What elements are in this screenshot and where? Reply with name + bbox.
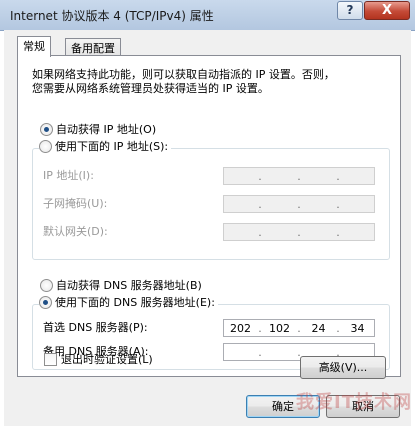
help-button[interactable]: ? — [337, 1, 363, 20]
ip-octet: 102 — [269, 321, 290, 335]
subnet-mask-label: 子网掩码(U): — [43, 197, 108, 210]
radio-auto-dns-label: 自动获得 DNS 服务器地址(B) — [56, 279, 202, 292]
ip-octet: 24 — [311, 321, 326, 335]
tab-general[interactable]: 常规 — [17, 36, 51, 57]
radio-button[interactable] — [40, 278, 53, 292]
watermark: 我爱IT技术网 — [296, 392, 412, 413]
general-tab-panel: 如果网络支持此功能，则可以获取自动指派的 IP 设置。否则， 您需要从网络系统管… — [17, 55, 401, 377]
validate-settings-label: 退出时验证设置(L) — [61, 353, 153, 366]
radio-auto-dns[interactable]: 自动获得 DNS 服务器地址(B) — [40, 278, 202, 294]
validate-settings-checkbox[interactable]: 退出时验证设置(L) — [44, 352, 153, 368]
description-line-1: 如果网络支持此功能，则可以获取自动指派的 IP 设置。否则， — [32, 68, 335, 81]
advanced-button[interactable]: 高级(V)... — [300, 356, 386, 379]
preferred-dns-input[interactable]: 202. 102. 24. 34 — [223, 319, 375, 337]
ip-octet: 34 — [350, 321, 365, 335]
radio-auto-ip[interactable]: 自动获得 IP 地址(O) — [40, 122, 156, 138]
description-line-2: 您需要从网络系统管理员处获得适当的 IP 设置。 — [32, 82, 269, 95]
title-bar: Internet 协议版本 4 (TCP/IPv4) 属性 ? X — [0, 0, 415, 31]
default-gateway-label: 默认网关(D): — [43, 225, 108, 238]
close-button[interactable]: X — [364, 1, 410, 20]
description-text: 如果网络支持此功能，则可以获取自动指派的 IP 设置。否则， 您需要从网络系统管… — [32, 68, 392, 96]
radio-manual-ip-label: 使用下面的 IP 地址(S): — [55, 140, 169, 153]
ip-address-label: IP 地址(I): — [43, 169, 94, 182]
preferred-dns-label: 首选 DNS 服务器(P): — [43, 321, 148, 334]
checkbox-box[interactable] — [44, 352, 57, 366]
radio-manual-ip[interactable]: 使用下面的 IP 地址(S): — [39, 139, 172, 155]
radio-button[interactable] — [39, 139, 52, 153]
radio-button-selected[interactable] — [39, 295, 52, 309]
ip-address-group: 使用下面的 IP 地址(S): IP 地址(I): . . . 子网掩码(U):… — [32, 139, 390, 260]
radio-manual-dns-label: 使用下面的 DNS 服务器地址(E): — [55, 296, 215, 309]
subnet-mask-input[interactable]: . . . — [223, 195, 375, 213]
ip-octet: 202 — [230, 321, 251, 335]
dialog-body: 常规 备用配置 如果网络支持此功能，则可以获取自动指派的 IP 设置。否则， 您… — [4, 30, 411, 426]
radio-manual-dns[interactable]: 使用下面的 DNS 服务器地址(E): — [39, 295, 218, 311]
radio-button-selected[interactable] — [40, 122, 53, 136]
window-title: Internet 协议版本 4 (TCP/IPv4) 属性 — [10, 9, 214, 23]
ip-address-input[interactable]: . . . — [223, 167, 375, 185]
default-gateway-input[interactable]: . . . — [223, 223, 375, 241]
radio-auto-ip-label: 自动获得 IP 地址(O) — [56, 123, 157, 136]
